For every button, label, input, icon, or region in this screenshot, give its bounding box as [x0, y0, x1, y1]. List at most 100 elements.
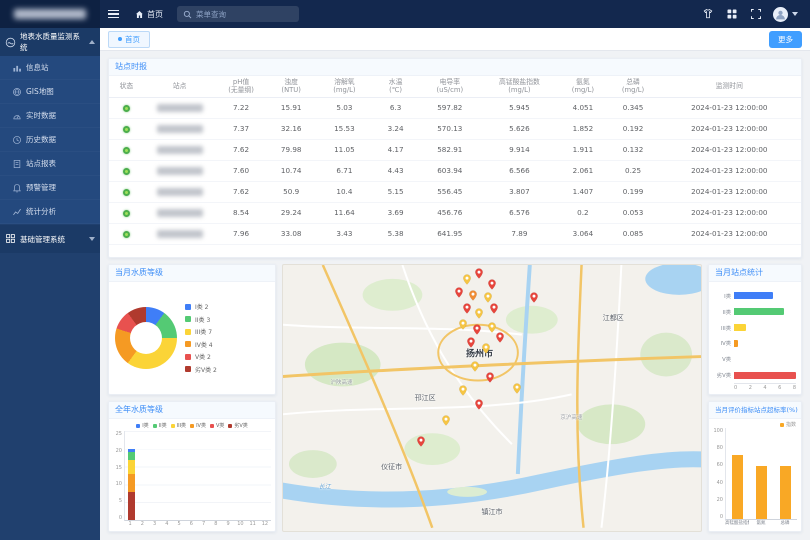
- sidebar-item-map[interactable]: GIS地图: [0, 80, 100, 104]
- history-icon: [12, 135, 22, 145]
- annual-legend: I类 II类 III类 IV类 V类劣V类: [113, 422, 271, 429]
- legend-item[interactable]: 劣V类: [228, 422, 247, 429]
- sidebar-item-label: GIS地图: [26, 86, 54, 97]
- station-table-body: 7.2215.915.036.3597.825.9454.0510.345202…: [109, 97, 801, 244]
- annual-y-axis: 2520151050: [113, 431, 124, 529]
- map-station-pin-red[interactable]: [474, 265, 485, 278]
- hbar-row: IV类: [714, 339, 796, 347]
- search-input[interactable]: [196, 10, 286, 19]
- legend-item[interactable]: V类 2: [185, 352, 217, 361]
- table-row: 7.2215.915.036.3597.825.9454.0510.345202…: [109, 97, 801, 118]
- legend-item[interactable]: 劣V类 2: [185, 365, 217, 374]
- panel-title-monthly-grade: 当月水质等级: [109, 265, 275, 282]
- map-station-pin-yellow[interactable]: [457, 382, 468, 395]
- donut-legend: I类 2 II类 3 III类 7 IV类 4 V类 2 劣V类 2: [185, 302, 217, 374]
- map-station-pin-red[interactable]: [453, 284, 464, 297]
- map-station-pin-yellow[interactable]: [457, 316, 468, 329]
- hbar-row: II类: [714, 308, 796, 316]
- legend-item[interactable]: II类 3: [185, 315, 217, 324]
- map-station-pin-red[interactable]: [484, 369, 495, 382]
- column-header: 监测时间: [658, 76, 801, 97]
- map-station-pin-yellow[interactable]: [470, 358, 481, 371]
- annual-grade-panel: 全年水质等级 I类II类III类IV类V类劣V类 2520151050 1234…: [108, 401, 276, 532]
- sidebar-root-water-system[interactable]: 地表水质量监测系统: [0, 28, 100, 56]
- map-station-pin-red[interactable]: [489, 300, 500, 313]
- legend-item[interactable]: V类: [210, 422, 224, 429]
- legend-label: 指数: [786, 421, 796, 428]
- map-station-pin-red[interactable]: [472, 321, 483, 334]
- logo-blurred-text: [14, 9, 86, 19]
- vbar: [732, 455, 743, 519]
- breadcrumb[interactable]: 首页: [126, 9, 171, 20]
- sidebar-item-label: 统计分析: [26, 206, 56, 217]
- legend-item[interactable]: IV类: [190, 422, 206, 429]
- sidebar-item-label: 信息站: [26, 62, 49, 73]
- logo: [0, 0, 100, 28]
- station-table-header: 状态站点pH值(无量纲)浊度(NTU)溶解氧(mg/L)水温(℃)电导率(uS/…: [109, 76, 801, 97]
- exceed-rate-panel: 当月评价指标站点超标率(%) 指数 100806040200 高锰酸盐指数氨氮总…: [708, 401, 802, 532]
- station-table: 状态站点pH值(无量纲)浊度(NTU)溶解氧(mg/L)水温(℃)电导率(uS/…: [109, 76, 801, 245]
- user-menu[interactable]: [773, 7, 798, 22]
- monthly-station-stats-panel: 当月站点统计 I类II类III类IV类V类劣V类 02468: [708, 264, 802, 395]
- sidebar-item-analysis[interactable]: 统计分析: [0, 200, 100, 224]
- column-header: pH值(无量纲): [215, 76, 266, 97]
- theme-icon[interactable]: [701, 7, 715, 21]
- menu-search[interactable]: [177, 6, 299, 22]
- grid-apps-icon[interactable]: [725, 7, 739, 21]
- panel-title-annual-grade: 全年水质等级: [109, 402, 275, 419]
- sidebar-item-realtime[interactable]: 实时数据: [0, 104, 100, 128]
- tab-home[interactable]: 首页: [108, 31, 150, 48]
- map-station-pin-red[interactable]: [461, 300, 472, 313]
- map-station-pin-yellow[interactable]: [461, 271, 472, 284]
- water-grade-donut-chart: [115, 307, 177, 369]
- legend-item[interactable]: I类 2: [185, 302, 217, 311]
- water-system-icon: [5, 37, 16, 48]
- hamburger-menu-icon[interactable]: [100, 0, 126, 28]
- table-row: 7.6010.746.714.43603.946.5662.0610.25202…: [109, 160, 801, 181]
- sidebar: 地表水质量监测系统 信息站 GIS地图实时数据历史数据站点报表预警管理统计分析 基…: [0, 28, 100, 540]
- search-icon: [183, 10, 192, 19]
- legend-item[interactable]: III类 7: [185, 327, 217, 336]
- sidebar-item-alert[interactable]: 预警管理: [0, 176, 100, 200]
- legend-item[interactable]: II类: [153, 422, 167, 429]
- panel-title-station-stats: 当月站点统计: [709, 265, 801, 282]
- report-icon: [12, 159, 22, 169]
- station-name-blurred: [157, 167, 203, 175]
- map-station-pin-red[interactable]: [466, 334, 477, 347]
- map-station-pin-yellow[interactable]: [474, 305, 485, 318]
- table-row: 7.6279.9811.054.17582.919.9141.9110.1322…: [109, 139, 801, 160]
- more-button[interactable]: 更多: [769, 31, 802, 48]
- hbar-row: 劣V类: [714, 371, 796, 379]
- sidebar-item-info-station[interactable]: 信息站: [0, 56, 100, 80]
- map-station-pin-orange[interactable]: [468, 287, 479, 300]
- map-station-pin-red[interactable]: [495, 329, 506, 342]
- table-row: 7.6250.910.45.15556.453.8071.4070.199202…: [109, 181, 801, 202]
- legend-item[interactable]: IV类 4: [185, 340, 217, 349]
- hbar-row: V类: [714, 355, 796, 363]
- sidebar-item-history[interactable]: 历史数据: [0, 128, 100, 152]
- map-icon: [12, 87, 22, 97]
- legend-item[interactable]: I类: [136, 422, 148, 429]
- map-station-pin-yellow[interactable]: [512, 380, 523, 393]
- vbar: [756, 466, 767, 519]
- station-name-blurred: [157, 230, 203, 238]
- panel-title-station-report: 站点时报: [109, 59, 801, 76]
- legend-item[interactable]: III类: [171, 422, 186, 429]
- map-station-pin-yellow[interactable]: [480, 340, 491, 353]
- map-pins: [283, 265, 701, 531]
- fullscreen-icon[interactable]: [749, 7, 763, 21]
- map-station-pin-red[interactable]: [487, 276, 498, 289]
- sidebar-item-report[interactable]: 站点报表: [0, 152, 100, 176]
- status-normal-dot: [123, 231, 130, 238]
- sidebar-root-base-system[interactable]: 基础管理系统: [0, 225, 100, 253]
- gis-map[interactable]: 扬州市江都区邗江区仪征市镇江市沪陕高速京沪高速长江: [282, 264, 702, 532]
- map-station-pin-red[interactable]: [474, 396, 485, 409]
- exceed-rate-x-axis: 高锰酸盐指数氨氮总磷: [725, 520, 797, 529]
- map-station-pin-red[interactable]: [415, 433, 426, 446]
- exceed-rate-y-axis: 100806040200: [713, 428, 725, 520]
- station-name-blurred: [157, 104, 203, 112]
- map-station-pin-red[interactable]: [528, 289, 539, 302]
- column-header: 电导率(uS/cm): [418, 76, 481, 97]
- map-station-pin-yellow[interactable]: [441, 412, 452, 425]
- tab-bar: 首页 更多: [100, 28, 810, 51]
